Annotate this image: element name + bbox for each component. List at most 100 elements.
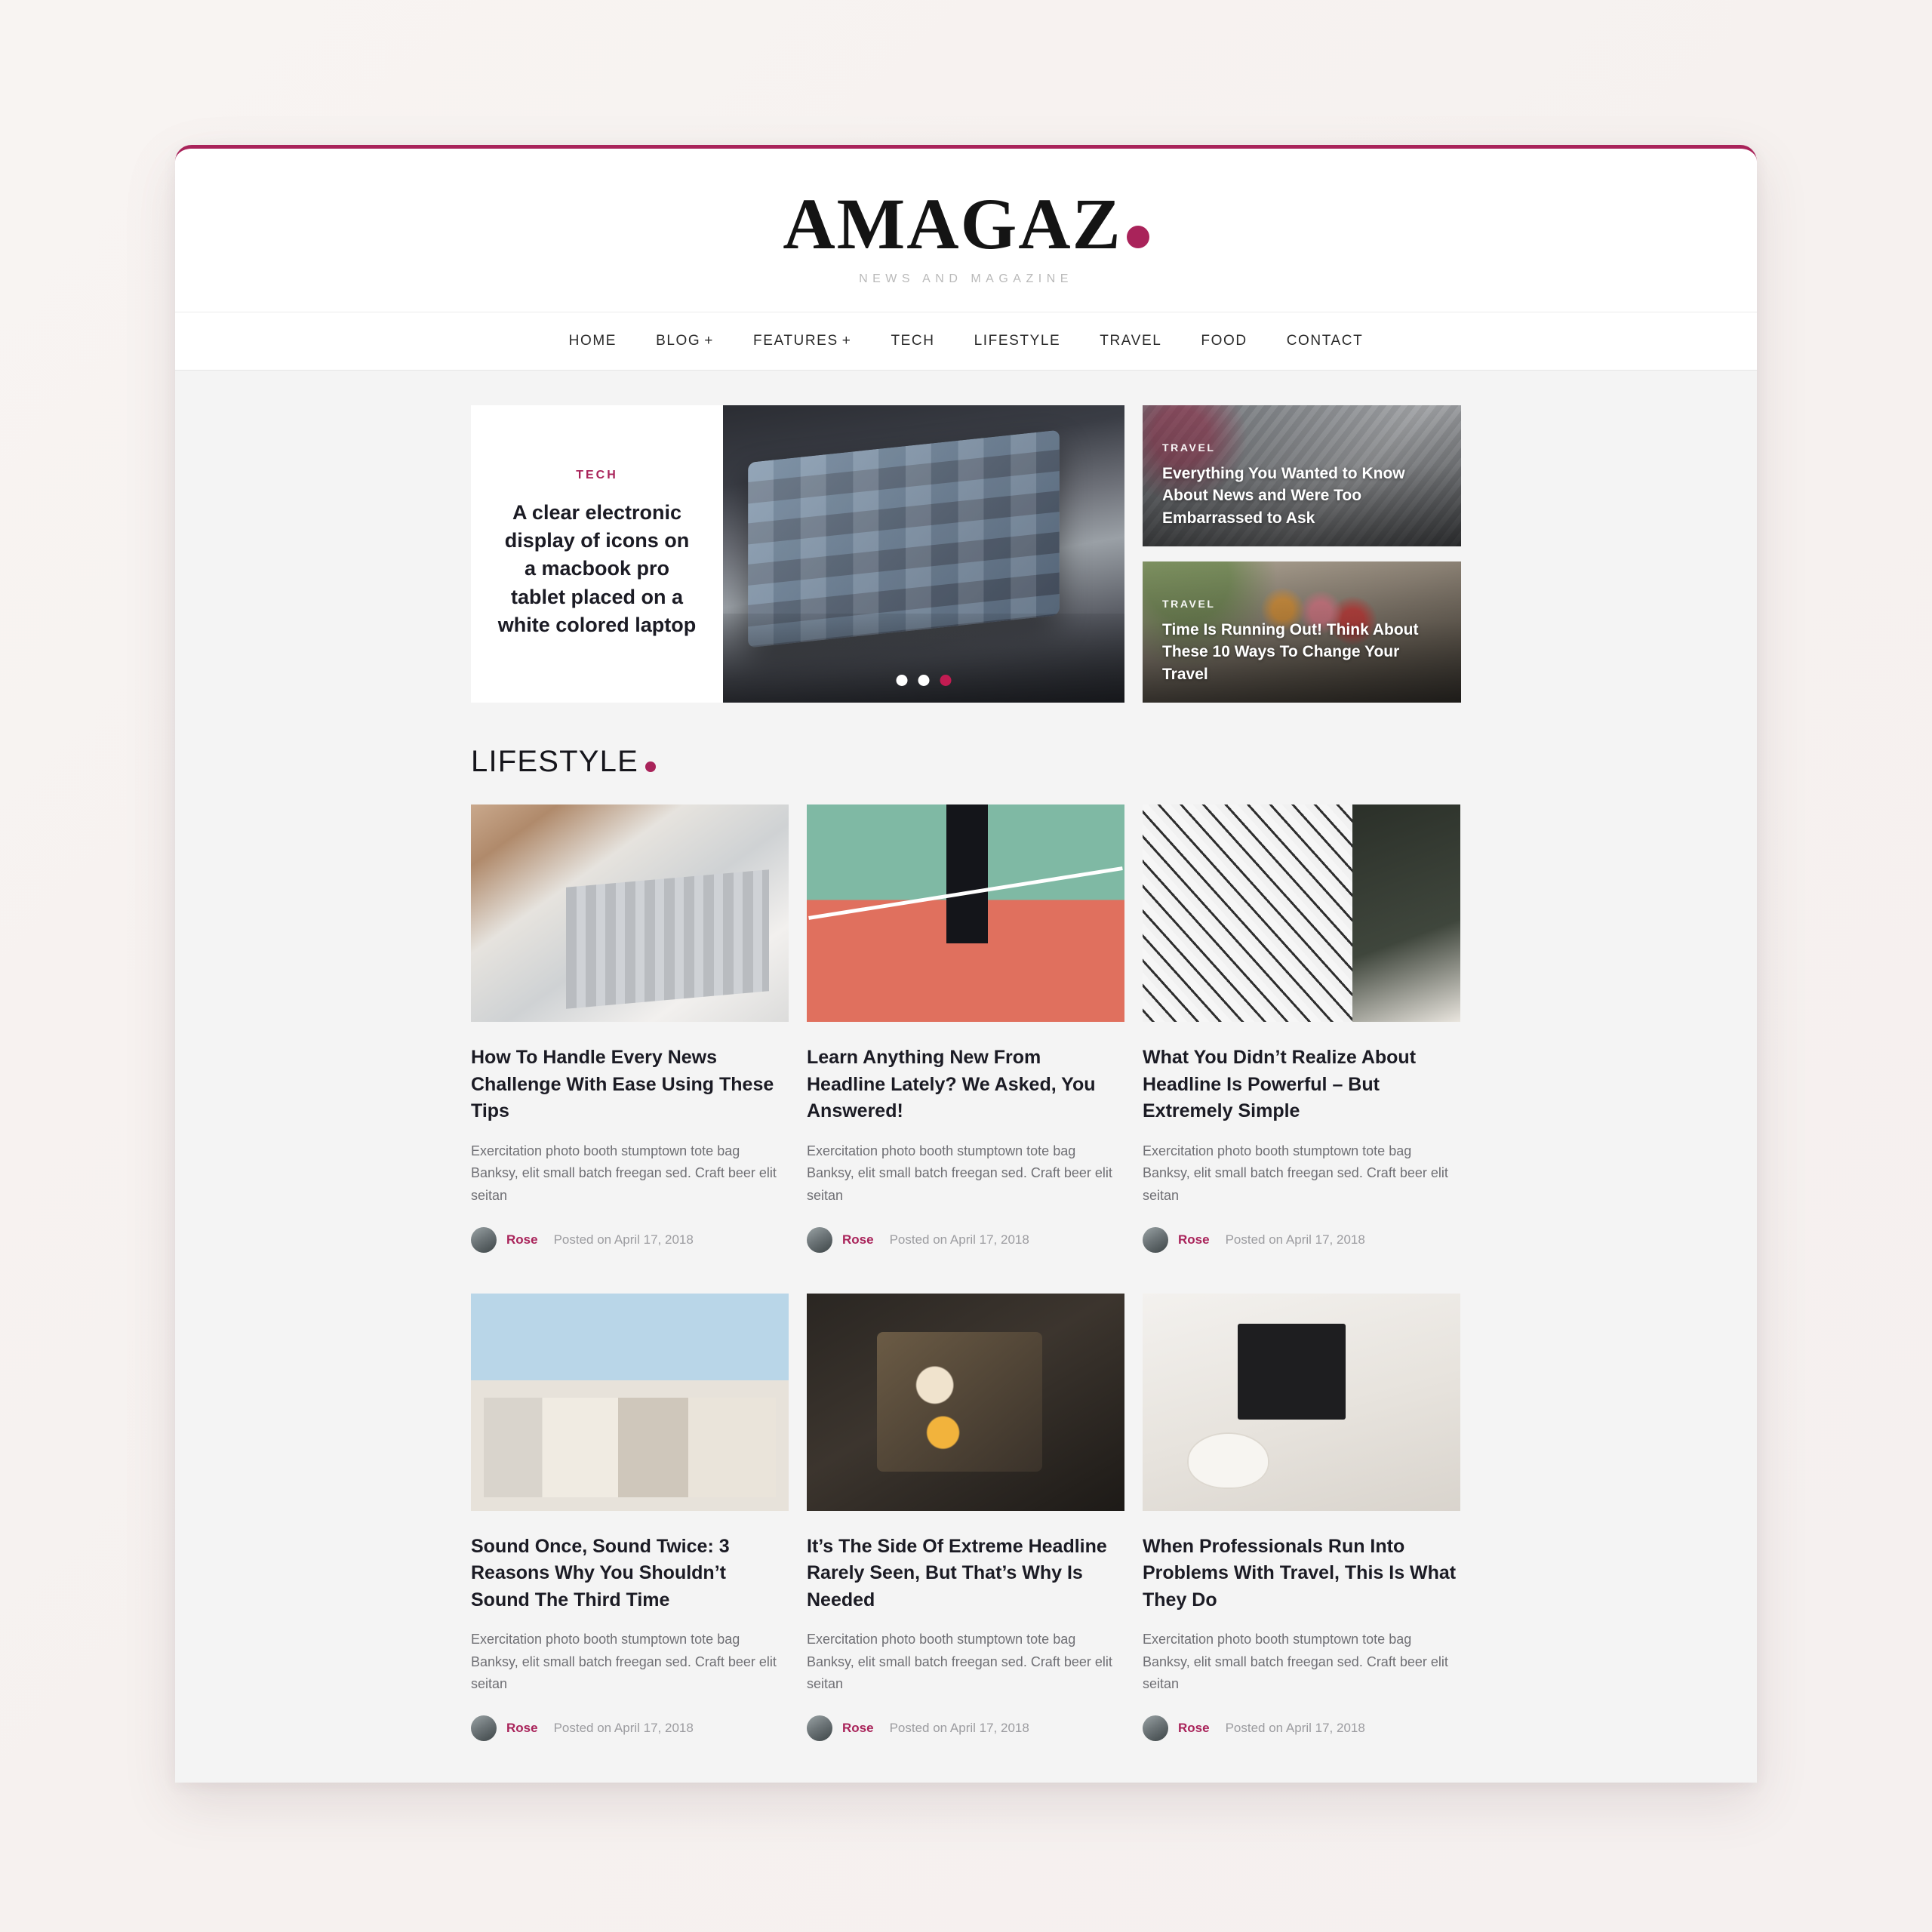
article-excerpt: Exercitation photo booth stumptown tote …: [471, 1632, 777, 1692]
article-card[interactable]: When Professionals Run Into Problems Wit…: [1143, 1293, 1460, 1742]
article-thumbnail[interactable]: [471, 1293, 789, 1511]
nav-item-home[interactable]: HOME: [549, 333, 636, 349]
chevron-plus-icon: +: [704, 333, 714, 349]
logo-dot-icon: [1126, 226, 1149, 248]
avatar: [1143, 1715, 1168, 1742]
author-name[interactable]: Rose: [1178, 1232, 1210, 1247]
hero-image: [723, 405, 1124, 703]
article-excerpt: Exercitation photo booth stumptown tote …: [1143, 1143, 1448, 1203]
nav-item-blog[interactable]: BLOG +: [636, 333, 734, 349]
post-date: Posted on April 17, 2018: [889, 1721, 1029, 1736]
article-excerpt: Exercitation photo booth stumptown tote …: [807, 1632, 1112, 1692]
slider-dot-2[interactable]: [918, 675, 930, 686]
article-title[interactable]: How To Handle Every News Challenge With …: [471, 1044, 789, 1125]
nav-label: TRAVEL: [1100, 333, 1162, 349]
article-title[interactable]: Learn Anything New From Headline Lately?…: [807, 1044, 1124, 1125]
avatar: [807, 1226, 832, 1253]
article-grid-row-1: How To Handle Every News Challenge With …: [471, 804, 1461, 1253]
nav-item-features[interactable]: FEATURES +: [734, 333, 871, 349]
nav-item-food[interactable]: FOOD: [1181, 333, 1266, 349]
site-window: AMAGAZ NEWS AND MAGAZINE HOME BLOG + FEAT…: [175, 145, 1757, 1783]
nav-item-tech[interactable]: TECH: [871, 333, 954, 349]
article-excerpt: Exercitation photo booth stumptown tote …: [807, 1143, 1112, 1203]
post-date: Posted on April 17, 2018: [553, 1232, 694, 1247]
hero-side-card-1[interactable]: TRAVEL Everything You Wanted to Know Abo…: [1143, 405, 1461, 546]
author-name[interactable]: Rose: [1178, 1721, 1210, 1736]
article-byline: Rose Posted on April 17, 2018: [807, 1226, 1124, 1253]
hero-side-column: TRAVEL Everything You Wanted to Know Abo…: [1143, 405, 1461, 703]
article-byline: Rose Posted on April 17, 2018: [471, 1226, 789, 1253]
article-title[interactable]: Sound Once, Sound Twice: 3 Reasons Why Y…: [471, 1534, 789, 1614]
post-date: Posted on April 17, 2018: [1225, 1721, 1365, 1736]
side-card-body: TRAVEL Time Is Running Out! Think About …: [1143, 598, 1461, 703]
article-card[interactable]: What You Didn’t Realize About Headline I…: [1143, 804, 1460, 1253]
post-date: Posted on April 17, 2018: [889, 1232, 1029, 1247]
article-byline: Rose Posted on April 17, 2018: [807, 1715, 1124, 1742]
nav-label: BLOG: [656, 333, 701, 349]
article-title[interactable]: It’s The Side Of Extreme Headline Rarely…: [807, 1534, 1124, 1614]
slider-dot-3-active[interactable]: [940, 675, 952, 686]
avatar: [1143, 1226, 1168, 1253]
hero-text-panel: TECH A clear electronic display of icons…: [471, 405, 723, 703]
nav-label: FOOD: [1201, 333, 1247, 349]
article-grid-row-2: Sound Once, Sound Twice: 3 Reasons Why Y…: [471, 1293, 1461, 1742]
side-card-category[interactable]: TRAVEL: [1162, 598, 1441, 610]
site-logo[interactable]: AMAGAZ: [783, 188, 1149, 260]
nav-item-lifestyle[interactable]: LIFESTYLE: [955, 333, 1081, 349]
site-tagline: NEWS AND MAGAZINE: [859, 272, 1073, 285]
section-header-lifestyle: LIFESTYLE: [471, 745, 1461, 779]
author-name[interactable]: Rose: [506, 1232, 538, 1247]
slider-pagination: [896, 675, 952, 686]
slider-dot-1[interactable]: [896, 675, 908, 686]
side-card-title[interactable]: Everything You Wanted to Know About News…: [1162, 463, 1441, 530]
avatar: [471, 1226, 497, 1253]
section-title-text: LIFESTYLE: [471, 745, 638, 778]
article-card[interactable]: Sound Once, Sound Twice: 3 Reasons Why Y…: [471, 1293, 789, 1742]
avatar: [471, 1715, 497, 1742]
content-container: TECH A clear electronic display of icons…: [471, 405, 1461, 1783]
main-navigation: HOME BLOG + FEATURES + TECH LIFESTYLE TRAV…: [175, 312, 1757, 371]
article-thumbnail[interactable]: [1143, 1293, 1460, 1511]
nav-label: CONTACT: [1286, 333, 1364, 349]
post-date: Posted on April 17, 2018: [1225, 1232, 1365, 1247]
article-thumbnail[interactable]: [807, 1293, 1124, 1511]
article-byline: Rose Posted on April 17, 2018: [471, 1715, 789, 1742]
side-card-title[interactable]: Time Is Running Out! Think About These 1…: [1162, 619, 1441, 686]
nav-label: TECH: [891, 333, 935, 349]
author-name[interactable]: Rose: [506, 1721, 538, 1736]
article-thumbnail[interactable]: [471, 804, 789, 1022]
nav-item-contact[interactable]: CONTACT: [1267, 333, 1383, 349]
article-thumbnail[interactable]: [1143, 804, 1460, 1022]
article-byline: Rose Posted on April 17, 2018: [1143, 1715, 1460, 1742]
article-card[interactable]: Learn Anything New From Headline Lately?…: [807, 804, 1124, 1253]
article-card[interactable]: How To Handle Every News Challenge With …: [471, 804, 789, 1253]
author-name[interactable]: Rose: [842, 1721, 874, 1736]
avatar: [807, 1715, 832, 1742]
nav-label: FEATURES: [752, 333, 838, 349]
article-thumbnail[interactable]: [807, 804, 1124, 1022]
article-excerpt: Exercitation photo booth stumptown tote …: [1143, 1632, 1448, 1692]
article-title[interactable]: What You Didn’t Realize About Headline I…: [1143, 1044, 1460, 1125]
article-excerpt: Exercitation photo booth stumptown tote …: [471, 1143, 777, 1203]
nav-label: LIFESTYLE: [974, 333, 1061, 349]
article-card[interactable]: It’s The Side Of Extreme Headline Rarely…: [807, 1293, 1124, 1742]
section-dot-icon: [645, 761, 656, 773]
logo-text: AMAGAZ: [783, 183, 1122, 264]
article-title[interactable]: When Professionals Run Into Problems Wit…: [1143, 1534, 1460, 1614]
hero-section: TECH A clear electronic display of icons…: [471, 405, 1461, 703]
hero-category-label[interactable]: TECH: [576, 469, 618, 482]
author-name[interactable]: Rose: [842, 1232, 874, 1247]
site-masthead: AMAGAZ NEWS AND MAGAZINE: [175, 149, 1757, 312]
hero-featured-slide[interactable]: TECH A clear electronic display of icons…: [471, 405, 1124, 703]
section-title-lifestyle: LIFESTYLE: [471, 745, 656, 779]
post-date: Posted on April 17, 2018: [553, 1721, 694, 1736]
chevron-plus-icon: +: [841, 333, 852, 349]
article-byline: Rose Posted on April 17, 2018: [1143, 1226, 1460, 1253]
page-content: TECH A clear electronic display of icons…: [175, 371, 1757, 1783]
side-card-category[interactable]: TRAVEL: [1162, 441, 1441, 454]
hero-title[interactable]: A clear electronic display of icons on a…: [497, 499, 697, 639]
screenshot-viewport: AMAGAZ NEWS AND MAGAZINE HOME BLOG + FEAT…: [0, 0, 1932, 1932]
nav-item-travel[interactable]: TRAVEL: [1080, 333, 1181, 349]
side-card-body: TRAVEL Everything You Wanted to Know Abo…: [1143, 441, 1461, 546]
hero-side-card-2[interactable]: TRAVEL Time Is Running Out! Think About …: [1143, 561, 1461, 703]
